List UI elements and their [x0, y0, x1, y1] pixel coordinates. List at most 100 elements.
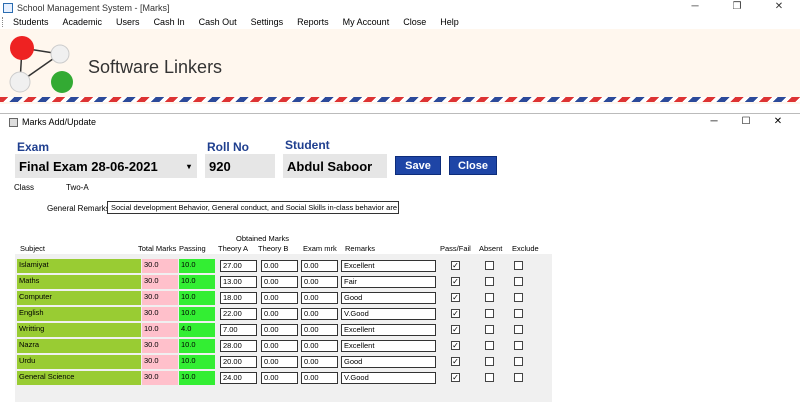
exclude-checkbox[interactable] [514, 309, 523, 318]
pass-fail-checkbox[interactable]: ✓ [451, 341, 460, 350]
menu-users[interactable]: Users [109, 15, 147, 29]
menu-cash-out[interactable]: Cash Out [192, 15, 244, 29]
absent-checkbox[interactable] [485, 341, 494, 350]
pass-fail-checkbox[interactable]: ✓ [451, 357, 460, 366]
brand-name: Software Linkers [88, 57, 223, 77]
subject-cell: Maths [17, 275, 141, 289]
menu-cash-in[interactable]: Cash In [147, 15, 192, 29]
subject-cell: English [17, 307, 141, 321]
dialog-icon [9, 117, 18, 127]
absent-checkbox[interactable] [485, 293, 494, 302]
pass-fail-checkbox[interactable]: ✓ [451, 325, 460, 334]
rollno-field[interactable]: 920 [205, 154, 275, 178]
exam-mrk-input[interactable]: 0.00 [301, 340, 338, 352]
student-label: Student [285, 138, 330, 152]
exclude-checkbox[interactable] [514, 277, 523, 286]
pass-fail-checkbox[interactable]: ✓ [451, 373, 460, 382]
theory-a-header: Theory A [218, 244, 249, 253]
menu-reports[interactable]: Reports [290, 15, 336, 29]
absent-checkbox[interactable] [485, 261, 494, 270]
passing-cell: 10.0 [179, 259, 215, 273]
menu-help[interactable]: Help [433, 15, 466, 29]
exam-mrk-input[interactable]: 0.00 [301, 260, 338, 272]
window-controls: ─ ❐ ✕ [674, 0, 800, 15]
theory-a-input[interactable]: 22.00 [220, 308, 257, 320]
theory-b-input[interactable]: 0.00 [261, 340, 298, 352]
subject-cell: Nazra [17, 339, 141, 353]
menu-my-account[interactable]: My Account [336, 15, 397, 29]
exam-mrk-input[interactable]: 0.00 [301, 324, 338, 336]
total-marks-cell: 10.0 [142, 323, 178, 337]
pass-fail-checkbox[interactable]: ✓ [451, 261, 460, 270]
theory-b-input[interactable]: 0.00 [261, 292, 298, 304]
class-label: Class [14, 183, 35, 192]
theory-a-input[interactable]: 13.00 [220, 276, 257, 288]
pass-fail-checkbox[interactable]: ✓ [451, 309, 460, 318]
passing-header: Passing [179, 244, 206, 253]
marks-dialog: Marks Add/Update ─ ☐ ✕ Exam Final Exam 2… [0, 113, 800, 402]
dialog-controls: ─ ☐ ✕ [698, 114, 794, 130]
remarks-input[interactable]: V.Good [341, 308, 436, 320]
theory-a-input[interactable]: 24.00 [220, 372, 257, 384]
dialog-minimize-icon[interactable]: ─ [698, 114, 730, 130]
exclude-checkbox[interactable] [514, 293, 523, 302]
exclude-checkbox[interactable] [514, 341, 523, 350]
exam-mrk-input[interactable]: 0.00 [301, 356, 338, 368]
passing-cell: 10.0 [179, 339, 215, 353]
dialog-maximize-icon[interactable]: ☐ [730, 114, 762, 130]
remarks-input[interactable]: Good [341, 292, 436, 304]
absent-checkbox[interactable] [485, 309, 494, 318]
exclude-checkbox[interactable] [514, 357, 523, 366]
passing-cell: 4.0 [179, 323, 215, 337]
total-marks-cell: 30.0 [142, 371, 178, 385]
remarks-input[interactable]: Excellent [341, 340, 436, 352]
remarks-input[interactable]: Good [341, 356, 436, 368]
close-icon[interactable]: ✕ [758, 0, 800, 15]
close-button[interactable]: Close [449, 156, 497, 175]
total-marks-cell: 30.0 [142, 307, 178, 321]
theory-a-input[interactable]: 28.00 [220, 340, 257, 352]
absent-checkbox[interactable] [485, 357, 494, 366]
absent-checkbox[interactable] [485, 325, 494, 334]
theory-b-input[interactable]: 0.00 [261, 324, 298, 336]
theory-a-input[interactable]: 18.00 [220, 292, 257, 304]
general-remarks-field[interactable]: Social development Behavior, General con… [107, 201, 399, 214]
student-field[interactable]: Abdul Saboor [283, 154, 387, 178]
exclude-checkbox[interactable] [514, 325, 523, 334]
total-marks-cell: 30.0 [142, 275, 178, 289]
theory-a-input[interactable]: 20.00 [220, 356, 257, 368]
theory-b-header: Theory B [258, 244, 289, 253]
remarks-input[interactable]: Excellent [341, 324, 436, 336]
menu-academic[interactable]: Academic [56, 15, 110, 29]
minimize-icon[interactable]: ─ [674, 0, 716, 15]
theory-b-input[interactable]: 0.00 [261, 372, 298, 384]
pass-fail-checkbox[interactable]: ✓ [451, 277, 460, 286]
theory-a-input[interactable]: 27.00 [220, 260, 257, 272]
remarks-input[interactable]: Excellent [341, 260, 436, 272]
save-button[interactable]: Save [395, 156, 441, 175]
menu-students[interactable]: Students [6, 15, 56, 29]
passing-cell: 10.0 [179, 275, 215, 289]
theory-b-input[interactable]: 0.00 [261, 308, 298, 320]
theory-a-input[interactable]: 7.00 [220, 324, 257, 336]
absent-checkbox[interactable] [485, 373, 494, 382]
subject-cell: General Science [17, 371, 141, 385]
exam-mrk-input[interactable]: 0.00 [301, 276, 338, 288]
theory-b-input[interactable]: 0.00 [261, 260, 298, 272]
pass-fail-checkbox[interactable]: ✓ [451, 293, 460, 302]
restore-icon[interactable]: ❐ [716, 0, 758, 15]
exam-dropdown[interactable]: Final Exam 28-06-2021 ▾ [15, 154, 197, 178]
dialog-close-icon[interactable]: ✕ [762, 114, 794, 130]
exclude-checkbox[interactable] [514, 261, 523, 270]
theory-b-input[interactable]: 0.00 [261, 356, 298, 368]
remarks-input[interactable]: Fair [341, 276, 436, 288]
exam-mrk-input[interactable]: 0.00 [301, 292, 338, 304]
menu-settings[interactable]: Settings [244, 15, 291, 29]
exam-mrk-input[interactable]: 0.00 [301, 372, 338, 384]
exclude-checkbox[interactable] [514, 373, 523, 382]
remarks-input[interactable]: V.Good [341, 372, 436, 384]
theory-b-input[interactable]: 0.00 [261, 276, 298, 288]
exam-mrk-input[interactable]: 0.00 [301, 308, 338, 320]
menu-close[interactable]: Close [396, 15, 433, 29]
absent-checkbox[interactable] [485, 277, 494, 286]
